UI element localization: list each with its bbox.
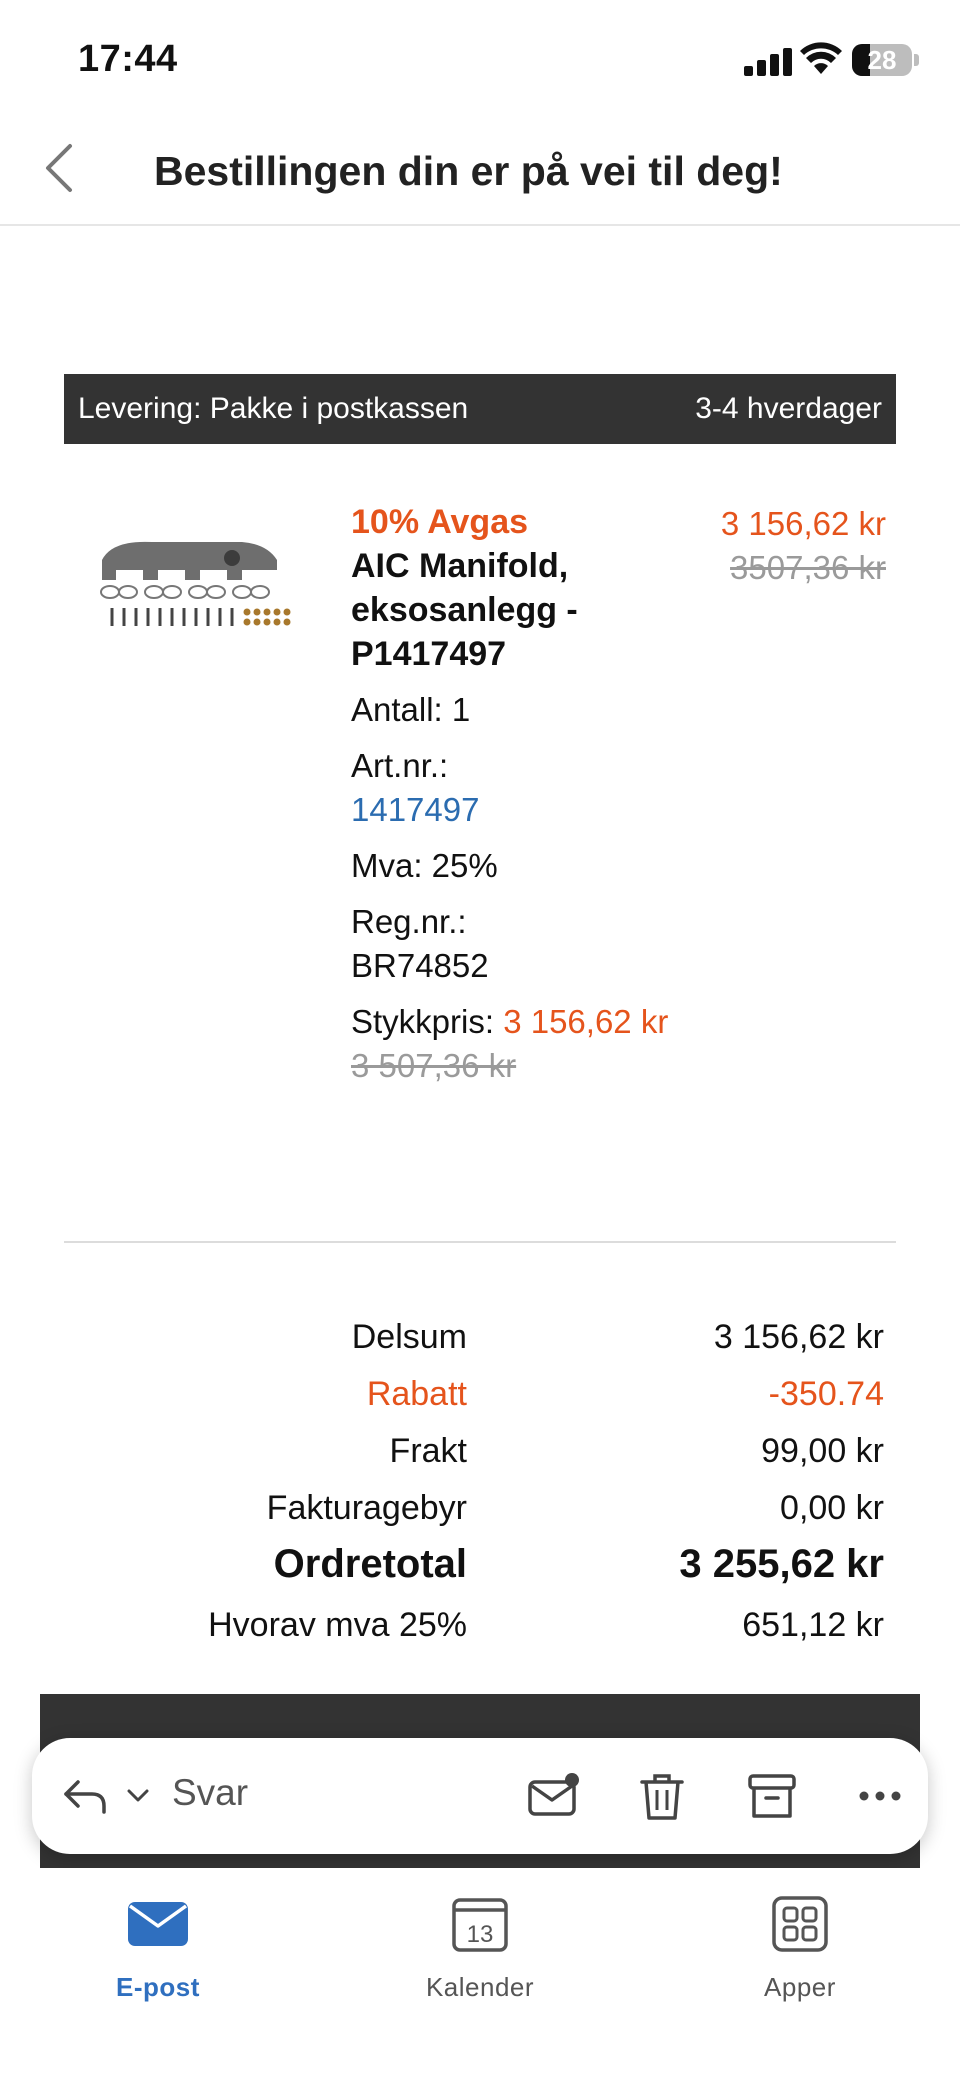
battery-cap xyxy=(914,54,919,66)
price-column: 3 156,62 kr 3507,36 kr xyxy=(721,502,886,590)
reply-button[interactable]: Svar xyxy=(172,1772,248,1814)
status-bar: 17:44 28 xyxy=(0,0,960,110)
tab-mail[interactable]: E-post xyxy=(58,1896,258,2003)
unit-price-label: Stykkpris: xyxy=(351,1003,495,1040)
exhaust-manifold-image[interactable] xyxy=(92,530,302,640)
promo-label: 10% Avgas xyxy=(351,503,529,541)
unit-price-block: Stykkpris: 3 156,62 kr 3 507,36 kr xyxy=(351,1000,691,1088)
shipping-label: Frakt xyxy=(389,1432,467,1470)
discount-row: Rabatt -350.74 xyxy=(0,1367,960,1424)
reply-toolbar: Svar xyxy=(32,1738,928,1854)
order-totals: Delsum 3 156,62 kr Rabatt -350.74 Frakt … xyxy=(0,1310,960,1655)
chevron-down-icon[interactable] xyxy=(124,1784,152,1808)
quantity: Antall: 1 xyxy=(351,691,471,728)
registration-block: Reg.nr.: BR74852 xyxy=(351,900,691,988)
battery-level: 28 xyxy=(867,45,897,75)
mail-icon xyxy=(128,1902,188,1946)
divider xyxy=(64,1241,896,1243)
registration-number: BR74852 xyxy=(351,947,489,984)
product-details: 10% Avgas AIC Manifold, eksosanlegg - P1… xyxy=(351,500,691,1088)
registration-label: Reg.nr.: xyxy=(351,903,467,940)
unit-price-old: 3 507,36 kr xyxy=(351,1047,517,1084)
vat-rate: Mva: 25% xyxy=(351,847,498,884)
invoice-fee-label: Fakturagebyr xyxy=(266,1489,467,1527)
mark-unread-icon[interactable] xyxy=(526,1768,582,1824)
nav-header: Bestillingen din er på vei til deg! xyxy=(0,110,960,226)
delivery-eta: 3-4 hverdager xyxy=(695,392,882,425)
subtotal-value: 3 156,62 kr xyxy=(713,1318,884,1356)
back-chevron-icon[interactable] xyxy=(36,138,86,198)
tab-calendar-label: Kalender xyxy=(425,1972,535,2002)
article-number-label: Art.nr.: xyxy=(351,747,449,784)
archive-icon[interactable] xyxy=(744,1768,800,1824)
product-name[interactable]: AIC Manifold, eksosanlegg - P1417497 xyxy=(351,544,691,676)
calendar-day: 13 xyxy=(467,1921,494,1948)
more-options-icon[interactable] xyxy=(852,1768,908,1824)
battery-icon: 28 xyxy=(852,44,912,76)
email-subject-title: Bestillingen din er på vei til deg! xyxy=(154,148,783,194)
discount-value: -350.74 xyxy=(768,1375,884,1413)
invoice-fee-value: 0,00 kr xyxy=(780,1489,884,1527)
line-price: 3 156,62 kr xyxy=(720,505,886,542)
cellular-signal-icon xyxy=(744,46,794,76)
article-number-block: Art.nr.: 1417497 xyxy=(351,744,691,832)
order-total-row: Ordretotal 3 255,62 kr xyxy=(0,1538,960,1598)
order-total-label: Ordretotal xyxy=(273,1542,467,1586)
wifi-icon xyxy=(800,42,842,74)
trash-icon[interactable] xyxy=(634,1768,690,1824)
shipping-row: Frakt 99,00 kr xyxy=(0,1424,960,1481)
subtotal-row: Delsum 3 156,62 kr xyxy=(0,1310,960,1367)
order-total-value: 3 255,62 kr xyxy=(679,1542,884,1586)
article-number-link[interactable]: 1417497 xyxy=(351,788,691,832)
shipping-value: 99,00 kr xyxy=(761,1432,884,1470)
vat-total-label: Hvorav mva 25% xyxy=(208,1606,467,1644)
unit-price: 3 156,62 kr xyxy=(503,1003,669,1040)
line-price-old: 3507,36 kr xyxy=(730,549,886,586)
tab-apps[interactable]: Apper xyxy=(700,1896,900,2003)
calendar-icon: 13 xyxy=(452,1898,508,1952)
tab-mail-label: E-post xyxy=(116,1972,200,2002)
tab-bar: E-post 13 Kalender Apper xyxy=(0,1868,960,2078)
delivery-method: Levering: Pakke i postkassen xyxy=(78,392,469,425)
invoice-fee-row: Fakturagebyr 0,00 kr xyxy=(0,1481,960,1538)
subtotal-label: Delsum xyxy=(351,1318,467,1356)
tab-apps-label: Apper xyxy=(764,1972,836,2002)
discount-label: Rabatt xyxy=(366,1375,467,1413)
apps-grid-icon xyxy=(772,1896,828,1952)
vat-total-value: 651,12 kr xyxy=(742,1606,884,1644)
status-time: 17:44 xyxy=(78,38,178,80)
reply-icon[interactable] xyxy=(60,1774,110,1818)
vat-total-row: Hvorav mva 25% 651,12 kr xyxy=(0,1598,960,1655)
delivery-bar: Levering: Pakke i postkassen 3-4 hverdag… xyxy=(64,374,896,444)
tab-calendar[interactable]: 13 Kalender xyxy=(380,1896,580,2003)
